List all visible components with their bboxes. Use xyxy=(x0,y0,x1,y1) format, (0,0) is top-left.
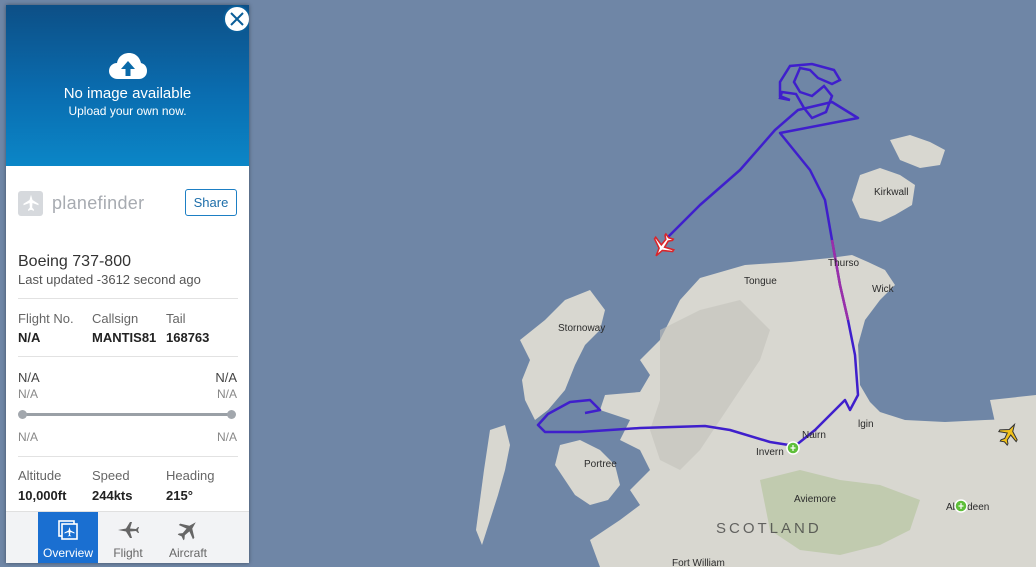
altitude-label: Altitude xyxy=(18,468,62,483)
overview-icon xyxy=(58,520,78,540)
heading-label: Heading xyxy=(166,468,215,483)
map-label-tongue: Tongue xyxy=(744,276,777,287)
map-label-nairn: Nairn xyxy=(802,430,826,441)
departure-time: N/A xyxy=(18,430,39,444)
aircraft-info-panel: No image available Upload your own now. … xyxy=(6,5,249,563)
map-label-fort-william: Fort William xyxy=(672,558,725,567)
map-label-wick: Wick xyxy=(872,284,895,295)
route-progress-bar xyxy=(18,410,236,419)
divider xyxy=(18,298,238,299)
speed-value: 244kts xyxy=(92,488,133,503)
upload-cloud-icon xyxy=(109,53,147,79)
plane-icon xyxy=(118,522,139,538)
airport-inverness-icon[interactable] xyxy=(786,441,800,455)
tab-aircraft[interactable]: Aircraft xyxy=(158,512,218,563)
map-label-portree: Portree xyxy=(584,459,617,470)
plane-logo-icon xyxy=(18,190,43,216)
destination-name: N/A xyxy=(216,387,237,401)
map-label-scotland: SCOTLAND xyxy=(716,520,822,537)
destination-code: N/A xyxy=(215,370,237,385)
tab-flight-label: Flight xyxy=(113,546,143,560)
divider xyxy=(18,356,238,357)
map-label-inverness: Invern xyxy=(756,447,784,458)
tail-label: Tail xyxy=(166,311,186,326)
destination-dot xyxy=(227,410,236,419)
flight-no-value: N/A xyxy=(18,330,41,345)
aircraft-type: Boeing 737-800 xyxy=(18,253,131,270)
flight-no-label: Flight No. xyxy=(18,311,74,326)
tab-flight[interactable]: Flight xyxy=(98,512,158,563)
arrival-time: N/A xyxy=(216,430,237,444)
map-label-stornoway: Stornoway xyxy=(558,323,605,334)
brand-name: planefinder xyxy=(52,192,145,213)
map-label-elgin: lgin xyxy=(858,419,874,430)
tab-overview[interactable]: Overview xyxy=(38,512,98,563)
map-label-aviemore: Aviemore xyxy=(794,494,836,505)
close-icon xyxy=(230,12,244,26)
heading-value: 215° xyxy=(166,488,193,503)
last-updated: Last updated -3612 second ago xyxy=(18,272,201,287)
no-image-title: No image available xyxy=(63,85,192,102)
upload-link[interactable]: Upload your own now. xyxy=(6,104,249,118)
callsign-value: MANTIS81 xyxy=(92,330,157,345)
map-label-kirkwall: Kirkwall xyxy=(874,187,908,198)
callsign-label: Callsign xyxy=(92,311,139,326)
tab-overview-label: Overview xyxy=(42,546,93,560)
altitude-value: 10,000ft xyxy=(18,488,67,503)
planefinder-logo: planefinder xyxy=(18,190,144,216)
aircraft-icon xyxy=(177,522,196,541)
panel-tabs: Overview Flight Aircraft xyxy=(6,511,249,563)
map-label-aberdeen: Aberdeen xyxy=(946,502,989,513)
tab-aircraft-label: Aircraft xyxy=(168,546,207,560)
map-label-thurso: Thurso xyxy=(828,258,860,269)
airport-aberdeen-icon[interactable] xyxy=(954,499,968,513)
share-button[interactable]: Share xyxy=(185,189,237,216)
aircraft-photo-placeholder[interactable]: No image available Upload your own now. xyxy=(6,5,249,166)
divider xyxy=(18,456,238,457)
speed-label: Speed xyxy=(92,468,130,483)
origin-dot xyxy=(18,410,27,419)
origin-name: N/A xyxy=(18,387,39,401)
tail-value: 168763 xyxy=(166,330,210,345)
close-button[interactable] xyxy=(223,5,249,33)
origin-code: N/A xyxy=(18,370,40,385)
